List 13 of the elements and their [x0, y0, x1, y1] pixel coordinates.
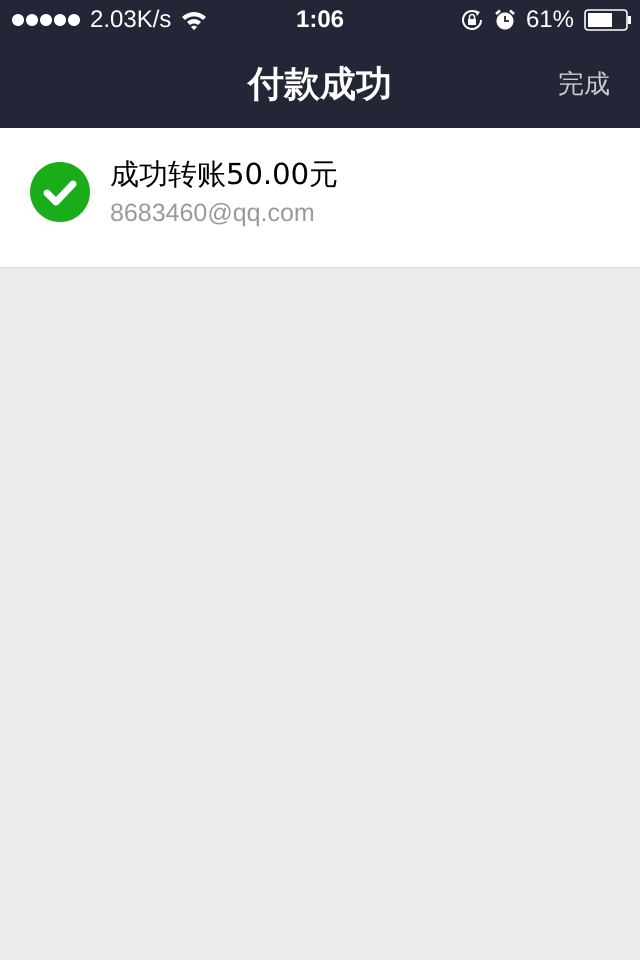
page-title: 付款成功 [248, 62, 392, 106]
success-check-icon [30, 162, 90, 222]
recipient-account: 8683460@qq.com [110, 199, 316, 228]
transfer-result: 成功转账50.00元 [110, 156, 338, 193]
network-speed: 2.03K/s [90, 6, 172, 34]
signal-icon [12, 13, 80, 27]
clock-time: 1:06 [296, 6, 344, 34]
battery-icon [584, 9, 632, 31]
wifi-icon [181, 10, 208, 30]
alarm-icon [494, 9, 516, 31]
rotation-lock-icon [460, 8, 484, 32]
battery-percent: 61% [526, 6, 574, 34]
done-button[interactable]: 完成 [558, 66, 610, 102]
